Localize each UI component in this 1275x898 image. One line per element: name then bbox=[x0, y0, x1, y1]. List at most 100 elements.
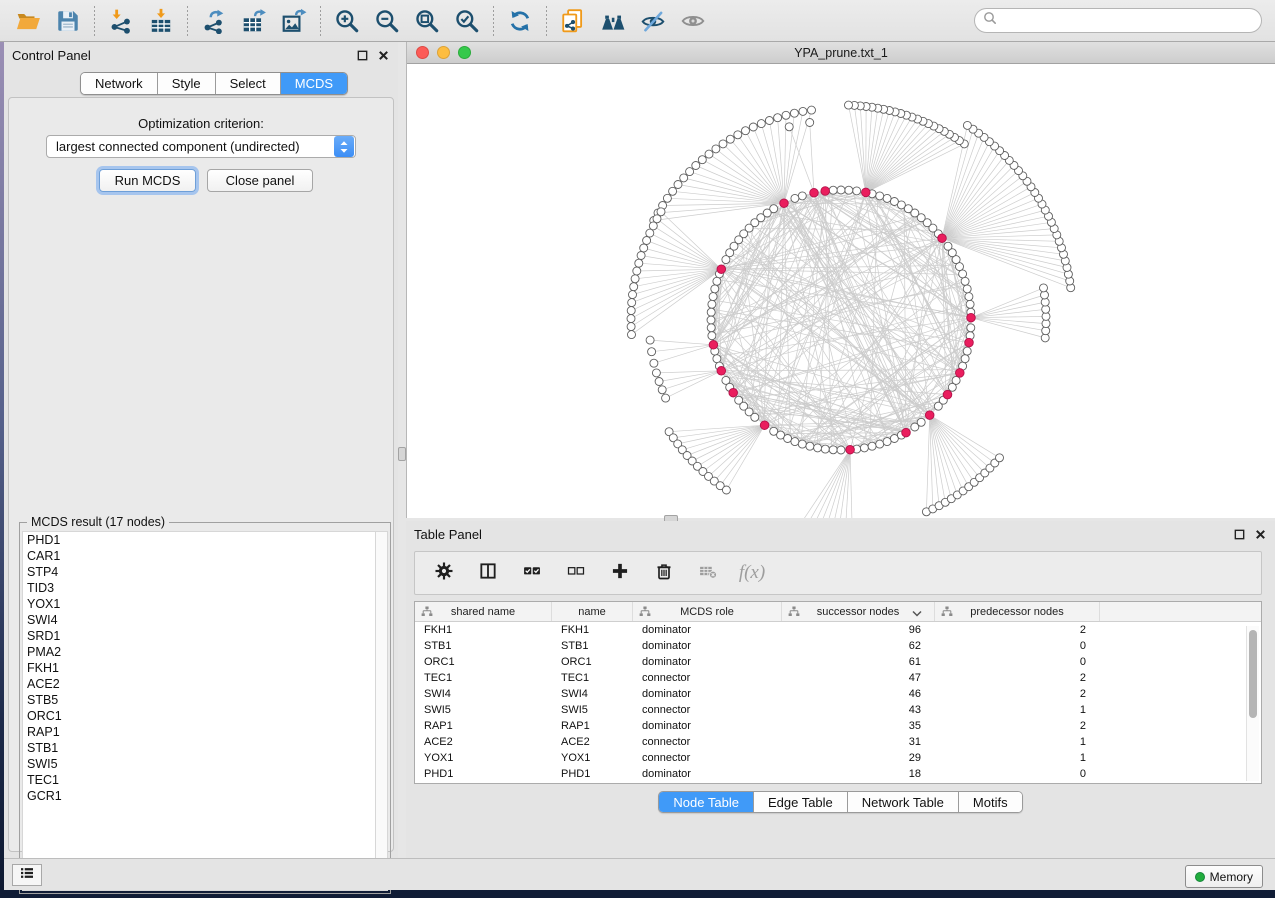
export-image-button[interactable] bbox=[274, 3, 314, 39]
mcds-result-item[interactable]: TEC1 bbox=[23, 772, 375, 788]
deselect-all-button[interactable] bbox=[559, 556, 593, 590]
mcds-result-item[interactable]: YOX1 bbox=[23, 596, 375, 612]
toolbar-separator bbox=[320, 6, 321, 36]
close-panel-button[interactable]: Close panel bbox=[207, 169, 313, 192]
table-cell: FKH1 bbox=[552, 622, 633, 638]
tab-network-table[interactable]: Network Table bbox=[848, 792, 959, 812]
table-cell: connector bbox=[633, 670, 782, 686]
table-row[interactable]: RAP1RAP1dominator352 bbox=[415, 718, 1261, 734]
tab-edge-table[interactable]: Edge Table bbox=[754, 792, 848, 812]
criterion-select[interactable]: largest connected component (undirected) bbox=[46, 135, 356, 158]
tab-select[interactable]: Select bbox=[216, 73, 281, 94]
table-body: FKH1FKH1dominator962STB1STB1dominator620… bbox=[415, 622, 1261, 783]
column-header-shared-name[interactable]: shared name bbox=[415, 602, 552, 621]
column-header-predecessor-nodes[interactable]: predecessor nodes bbox=[935, 602, 1100, 621]
tab-style[interactable]: Style bbox=[158, 73, 216, 94]
zoom-out-button[interactable] bbox=[367, 3, 407, 39]
network-canvas[interactable] bbox=[407, 64, 1275, 560]
close-panel-icon[interactable] bbox=[1253, 527, 1267, 541]
window-minimize-button[interactable] bbox=[437, 46, 450, 59]
zoom-in-button[interactable] bbox=[327, 3, 367, 39]
show-eye-icon bbox=[680, 8, 706, 34]
export-network-button[interactable] bbox=[194, 3, 234, 39]
mcds-result-item[interactable]: SWI4 bbox=[23, 612, 375, 628]
binoculars-button[interactable] bbox=[593, 3, 633, 39]
mcds-result-item[interactable]: ACE2 bbox=[23, 676, 375, 692]
table-scrollbar bbox=[1246, 626, 1259, 781]
mcds-result-item[interactable]: RAP1 bbox=[23, 724, 375, 740]
vertical-splitter-handle[interactable] bbox=[398, 447, 406, 461]
table-cell: dominator bbox=[633, 622, 782, 638]
float-panel-icon[interactable] bbox=[355, 48, 369, 62]
table-row[interactable]: SWI4SWI4dominator462 bbox=[415, 686, 1261, 702]
table-cell: SWI5 bbox=[552, 702, 633, 718]
vertical-splitter bbox=[398, 42, 406, 858]
search-input[interactable] bbox=[997, 14, 1253, 28]
tab-node-table[interactable]: Node Table bbox=[659, 792, 754, 812]
table-row[interactable]: TEC1TEC1connector472 bbox=[415, 670, 1261, 686]
table-cell: 1 bbox=[935, 734, 1100, 750]
mcds-result-item[interactable]: ORC1 bbox=[23, 708, 375, 724]
import-table-button[interactable] bbox=[141, 3, 181, 39]
window-zoom-button[interactable] bbox=[458, 46, 471, 59]
run-mcds-button[interactable]: Run MCDS bbox=[99, 169, 196, 192]
mcds-result-item[interactable]: SWI5 bbox=[23, 756, 375, 772]
memory-button[interactable]: Memory bbox=[1185, 865, 1263, 888]
mcds-result-groupbox: MCDS result (17 nodes) PHD1CAR1STP4TID3Y… bbox=[19, 522, 391, 894]
open-file-button[interactable] bbox=[8, 3, 48, 39]
table-scrollbar-thumb[interactable] bbox=[1249, 630, 1257, 718]
column-header-name[interactable]: name bbox=[552, 602, 633, 621]
mcds-list-scrollbar[interactable] bbox=[375, 531, 388, 891]
task-history-button[interactable] bbox=[12, 864, 42, 886]
mcds-result-item[interactable]: GCR1 bbox=[23, 788, 375, 804]
mcds-result-item[interactable]: CAR1 bbox=[23, 548, 375, 564]
close-panel-icon[interactable] bbox=[376, 48, 390, 62]
toolbar-separator bbox=[187, 6, 188, 36]
mcds-result-item[interactable]: TID3 bbox=[23, 580, 375, 596]
table-row[interactable]: FKH1FKH1dominator962 bbox=[415, 622, 1261, 638]
add-column-button[interactable] bbox=[603, 556, 637, 590]
export-table-button[interactable] bbox=[234, 3, 274, 39]
tab-mcds[interactable]: MCDS bbox=[281, 73, 347, 94]
namespace-icon bbox=[788, 606, 800, 621]
mcds-result-item[interactable]: STB5 bbox=[23, 692, 375, 708]
hide-selected-button[interactable] bbox=[633, 3, 673, 39]
mcds-result-item[interactable]: PHD1 bbox=[23, 532, 375, 548]
mcds-result-item[interactable]: FKH1 bbox=[23, 660, 375, 676]
clone-network-button[interactable] bbox=[553, 3, 593, 39]
table-row[interactable]: SWI5SWI5connector431 bbox=[415, 702, 1261, 718]
memory-label: Memory bbox=[1210, 870, 1253, 884]
tab-motifs[interactable]: Motifs bbox=[959, 792, 1022, 812]
mcds-result-list: PHD1CAR1STP4TID3YOX1SWI4SRD1PMA2FKH1ACE2… bbox=[22, 531, 375, 891]
table-row[interactable]: ACE2ACE2connector311 bbox=[415, 734, 1261, 750]
mcds-result-item[interactable]: SRD1 bbox=[23, 628, 375, 644]
table-cell: 2 bbox=[935, 622, 1100, 638]
table-row[interactable]: STB1STB1dominator620 bbox=[415, 638, 1261, 654]
table-cell: ACE2 bbox=[415, 734, 552, 750]
column-header-mcds-role[interactable]: MCDS role bbox=[633, 602, 782, 621]
zoom-selected-button[interactable] bbox=[447, 3, 487, 39]
mcds-result-item[interactable]: PMA2 bbox=[23, 644, 375, 660]
window-close-button[interactable] bbox=[416, 46, 429, 59]
select-all-button[interactable] bbox=[515, 556, 549, 590]
column-label: shared name bbox=[451, 606, 515, 618]
namespace-icon bbox=[421, 606, 433, 621]
columns-button[interactable] bbox=[471, 556, 505, 590]
float-panel-icon[interactable] bbox=[1232, 527, 1246, 541]
mcds-result-item[interactable]: STP4 bbox=[23, 564, 375, 580]
zoom-fit-button[interactable] bbox=[407, 3, 447, 39]
tab-network[interactable]: Network bbox=[81, 73, 158, 94]
mcds-result-item[interactable]: STB1 bbox=[23, 740, 375, 756]
column-header-successor-nodes[interactable]: successor nodes bbox=[782, 602, 935, 621]
save-session-button[interactable] bbox=[48, 3, 88, 39]
trash-button[interactable] bbox=[647, 556, 681, 590]
table-row[interactable]: PHD1PHD1dominator180 bbox=[415, 766, 1261, 782]
table-row[interactable]: YOX1YOX1connector291 bbox=[415, 750, 1261, 766]
refresh-view-button[interactable] bbox=[500, 3, 540, 39]
table-row[interactable]: ORC1ORC1dominator610 bbox=[415, 654, 1261, 670]
column-label: name bbox=[578, 606, 606, 618]
show-eye-button[interactable] bbox=[673, 3, 713, 39]
export-image-icon bbox=[281, 8, 307, 34]
import-network-button[interactable] bbox=[101, 3, 141, 39]
gear-button[interactable] bbox=[427, 556, 461, 590]
